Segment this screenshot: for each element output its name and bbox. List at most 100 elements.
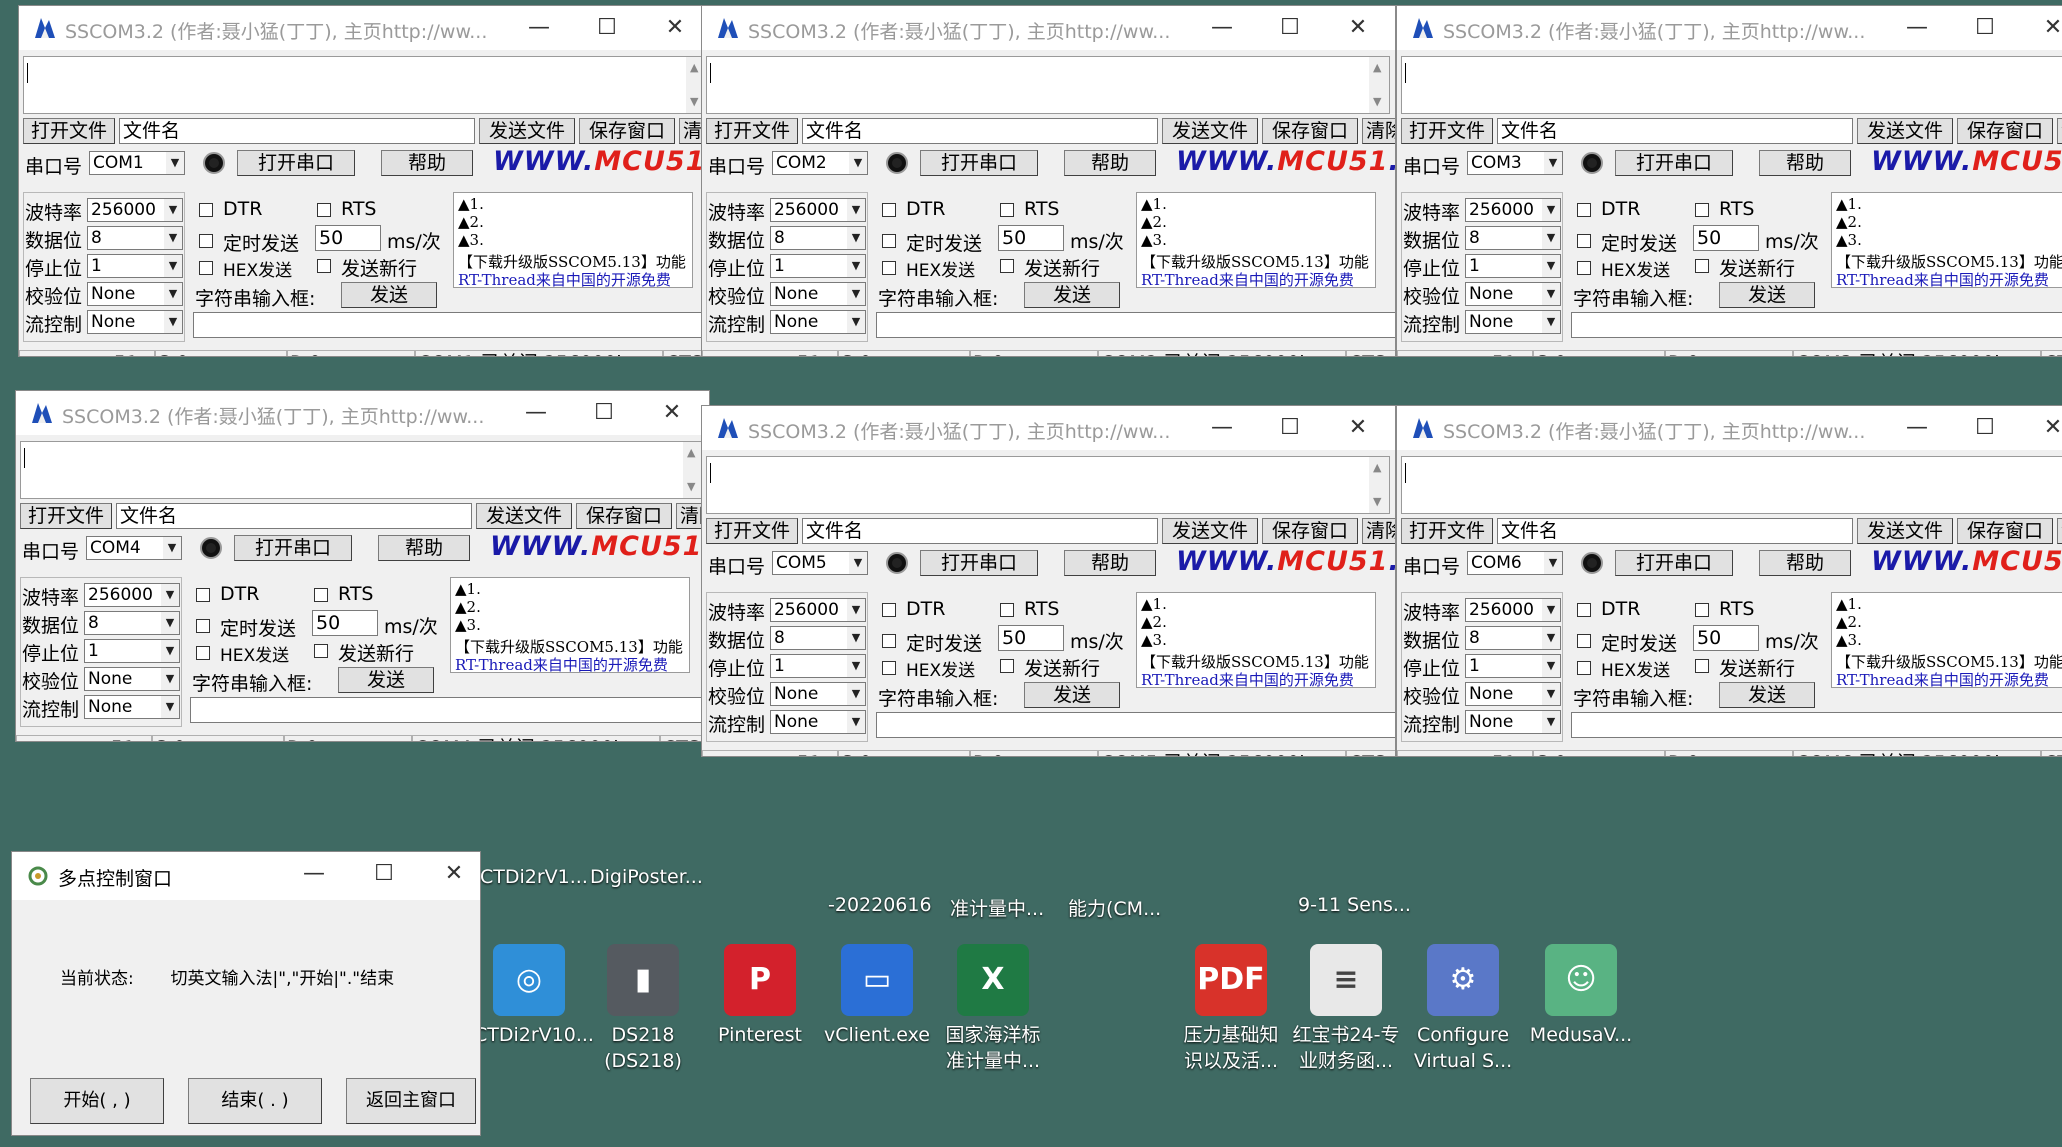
filename-field[interactable]: 文件名 — [1497, 518, 1853, 544]
interval-input[interactable]: 50 — [1693, 225, 1759, 251]
minimize-button[interactable]: — — [506, 395, 566, 431]
close-button[interactable]: ✕ — [645, 10, 705, 46]
filename-field[interactable]: 文件名 — [1497, 118, 1853, 144]
close-button[interactable]: ✕ — [1328, 10, 1388, 46]
open-port-button[interactable]: 打开串口 — [1615, 150, 1733, 176]
dtr-checkbox[interactable] — [196, 588, 210, 602]
send-string-input[interactable] — [1571, 312, 2062, 338]
timed-send-checkbox[interactable] — [1577, 634, 1591, 648]
baud-rate-select[interactable]: 256000 ▼ — [770, 598, 866, 622]
parity-select[interactable]: None ▼ — [1465, 282, 1561, 306]
chevron-down-icon[interactable]: ▼ — [1542, 255, 1560, 277]
scroll-up-icon[interactable]: ▲ — [1373, 461, 1381, 474]
chevron-down-icon[interactable]: ▼ — [166, 152, 184, 174]
maximize-button[interactable]: ☐ — [1260, 410, 1320, 446]
send-button[interactable]: 发送 — [1024, 282, 1120, 308]
vertical-scrollbar[interactable]: ▲ ▼ — [1369, 457, 1389, 513]
vertical-scrollbar[interactable]: ▲ ▼ — [683, 442, 703, 498]
close-button[interactable]: ✕ — [2023, 410, 2062, 446]
open-port-button[interactable]: 打开串口 — [234, 535, 352, 561]
chevron-down-icon[interactable]: ▼ — [847, 711, 865, 733]
info-line-2[interactable]: ▲2. — [455, 598, 481, 616]
send-file-button[interactable]: 发送文件 — [1857, 518, 1953, 544]
stop-bits-select[interactable]: 1 ▼ — [84, 639, 180, 663]
vertical-scrollbar[interactable]: ▲ ▼ — [1369, 57, 1389, 113]
sscom-titlebar[interactable]: SSCOM3.2 (作者:聂小猛(丁丁), 主页http://ww... — ☐… — [19, 6, 712, 50]
receive-textarea[interactable]: ▲▼ — [706, 56, 1390, 114]
rts-checkbox[interactable] — [1695, 203, 1709, 217]
chevron-down-icon[interactable]: ▼ — [1542, 283, 1560, 305]
chevron-down-icon[interactable]: ▼ — [164, 199, 182, 221]
chevron-down-icon[interactable]: ▼ — [163, 537, 181, 559]
info-line-3[interactable]: ▲3. — [1141, 631, 1167, 649]
mcu51-brand-link[interactable]: WWW.MCU51.COM — [1871, 546, 2062, 577]
chevron-down-icon[interactable]: ▼ — [164, 311, 182, 333]
chevron-down-icon[interactable]: ▼ — [847, 655, 865, 677]
open-port-button[interactable]: 打开串口 — [237, 150, 355, 176]
data-bits-select[interactable]: 8 ▼ — [1465, 226, 1561, 250]
chevron-down-icon[interactable]: ▼ — [161, 612, 179, 634]
open-file-button[interactable]: 打开文件 — [20, 503, 112, 529]
start-button[interactable]: 开始( , ) — [30, 1078, 164, 1124]
scroll-up-icon[interactable]: ▲ — [687, 446, 695, 459]
port-select[interactable]: COM2 ▼ — [772, 151, 868, 175]
chevron-down-icon[interactable]: ▼ — [847, 227, 865, 249]
chevron-down-icon[interactable]: ▼ — [1542, 599, 1560, 621]
send-string-input[interactable] — [876, 312, 1395, 338]
chevron-down-icon[interactable]: ▼ — [161, 584, 179, 606]
timed-send-checkbox[interactable] — [199, 234, 213, 248]
send-button[interactable]: 发送 — [338, 667, 434, 693]
maximize-button[interactable]: ☐ — [574, 395, 634, 431]
info-line-5[interactable]: RT-Thread来自中国的开源免费 — [458, 269, 671, 287]
send-file-button[interactable]: 发送文件 — [1162, 518, 1258, 544]
chevron-down-icon[interactable]: ▼ — [161, 640, 179, 662]
end-button[interactable]: 结束( . ) — [188, 1078, 322, 1124]
mcu51-brand-link[interactable]: WWW.MCU51.COM — [1176, 546, 1395, 577]
flow-control-select[interactable]: None ▼ — [770, 710, 866, 734]
chevron-down-icon[interactable]: ▼ — [847, 311, 865, 333]
send-file-button[interactable]: 发送文件 — [1857, 118, 1953, 144]
save-window-button[interactable]: 保存窗口 — [1957, 518, 2053, 544]
timed-send-checkbox[interactable] — [196, 619, 210, 633]
send-button[interactable]: 发送 — [1719, 282, 1815, 308]
info-line-1[interactable]: ▲1. — [455, 580, 481, 598]
sscom-titlebar[interactable]: SSCOM3.2 (作者:聂小猛(丁丁), 主页http://ww... — ☐… — [702, 6, 1395, 50]
send-newline-checkbox[interactable] — [317, 259, 331, 273]
chevron-down-icon[interactable]: ▼ — [847, 255, 865, 277]
interval-input[interactable]: 50 — [998, 625, 1064, 651]
open-file-button[interactable]: 打开文件 — [1401, 118, 1493, 144]
parity-select[interactable]: None ▼ — [84, 667, 180, 691]
send-button[interactable]: 发送 — [1719, 682, 1815, 708]
scroll-up-icon[interactable]: ▲ — [690, 61, 698, 74]
scroll-down-icon[interactable]: ▼ — [1373, 495, 1381, 508]
info-line-1[interactable]: ▲1. — [1836, 195, 1862, 213]
baud-rate-select[interactable]: 256000 ▼ — [770, 198, 866, 222]
minimize-button[interactable]: — — [1192, 410, 1252, 446]
receive-textarea[interactable]: ▲▼ — [1401, 56, 2062, 114]
port-select[interactable]: COM5 ▼ — [772, 551, 868, 575]
hex-send-checkbox[interactable] — [882, 261, 896, 275]
baud-rate-select[interactable]: 256000 ▼ — [84, 583, 180, 607]
timed-send-checkbox[interactable] — [882, 634, 896, 648]
chevron-down-icon[interactable]: ▼ — [164, 283, 182, 305]
interval-input[interactable]: 50 — [1693, 625, 1759, 651]
close-button[interactable]: ✕ — [2023, 10, 2062, 46]
filename-field[interactable]: 文件名 — [116, 503, 472, 529]
chevron-down-icon[interactable]: ▼ — [1542, 199, 1560, 221]
chevron-down-icon[interactable]: ▼ — [1542, 655, 1560, 677]
chevron-down-icon[interactable]: ▼ — [161, 668, 179, 690]
info-line-2[interactable]: ▲2. — [1836, 613, 1862, 631]
save-window-button[interactable]: 保存窗口 — [579, 118, 675, 144]
flow-control-select[interactable]: None ▼ — [1465, 710, 1561, 734]
info-line-1[interactable]: ▲1. — [1141, 595, 1167, 613]
interval-input[interactable]: 50 — [315, 225, 381, 251]
chevron-down-icon[interactable]: ▼ — [847, 627, 865, 649]
chevron-down-icon[interactable]: ▼ — [847, 683, 865, 705]
timed-send-checkbox[interactable] — [882, 234, 896, 248]
info-line-5[interactable]: RT-Thread来自中国的开源免费 — [1141, 269, 1354, 287]
stop-bits-select[interactable]: 1 ▼ — [87, 254, 183, 278]
interval-input[interactable]: 50 — [312, 610, 378, 636]
chevron-down-icon[interactable]: ▼ — [1544, 152, 1562, 174]
mcu51-brand-link[interactable]: WWW.MCU51.COM — [1871, 146, 2062, 177]
rts-checkbox[interactable] — [1000, 203, 1014, 217]
